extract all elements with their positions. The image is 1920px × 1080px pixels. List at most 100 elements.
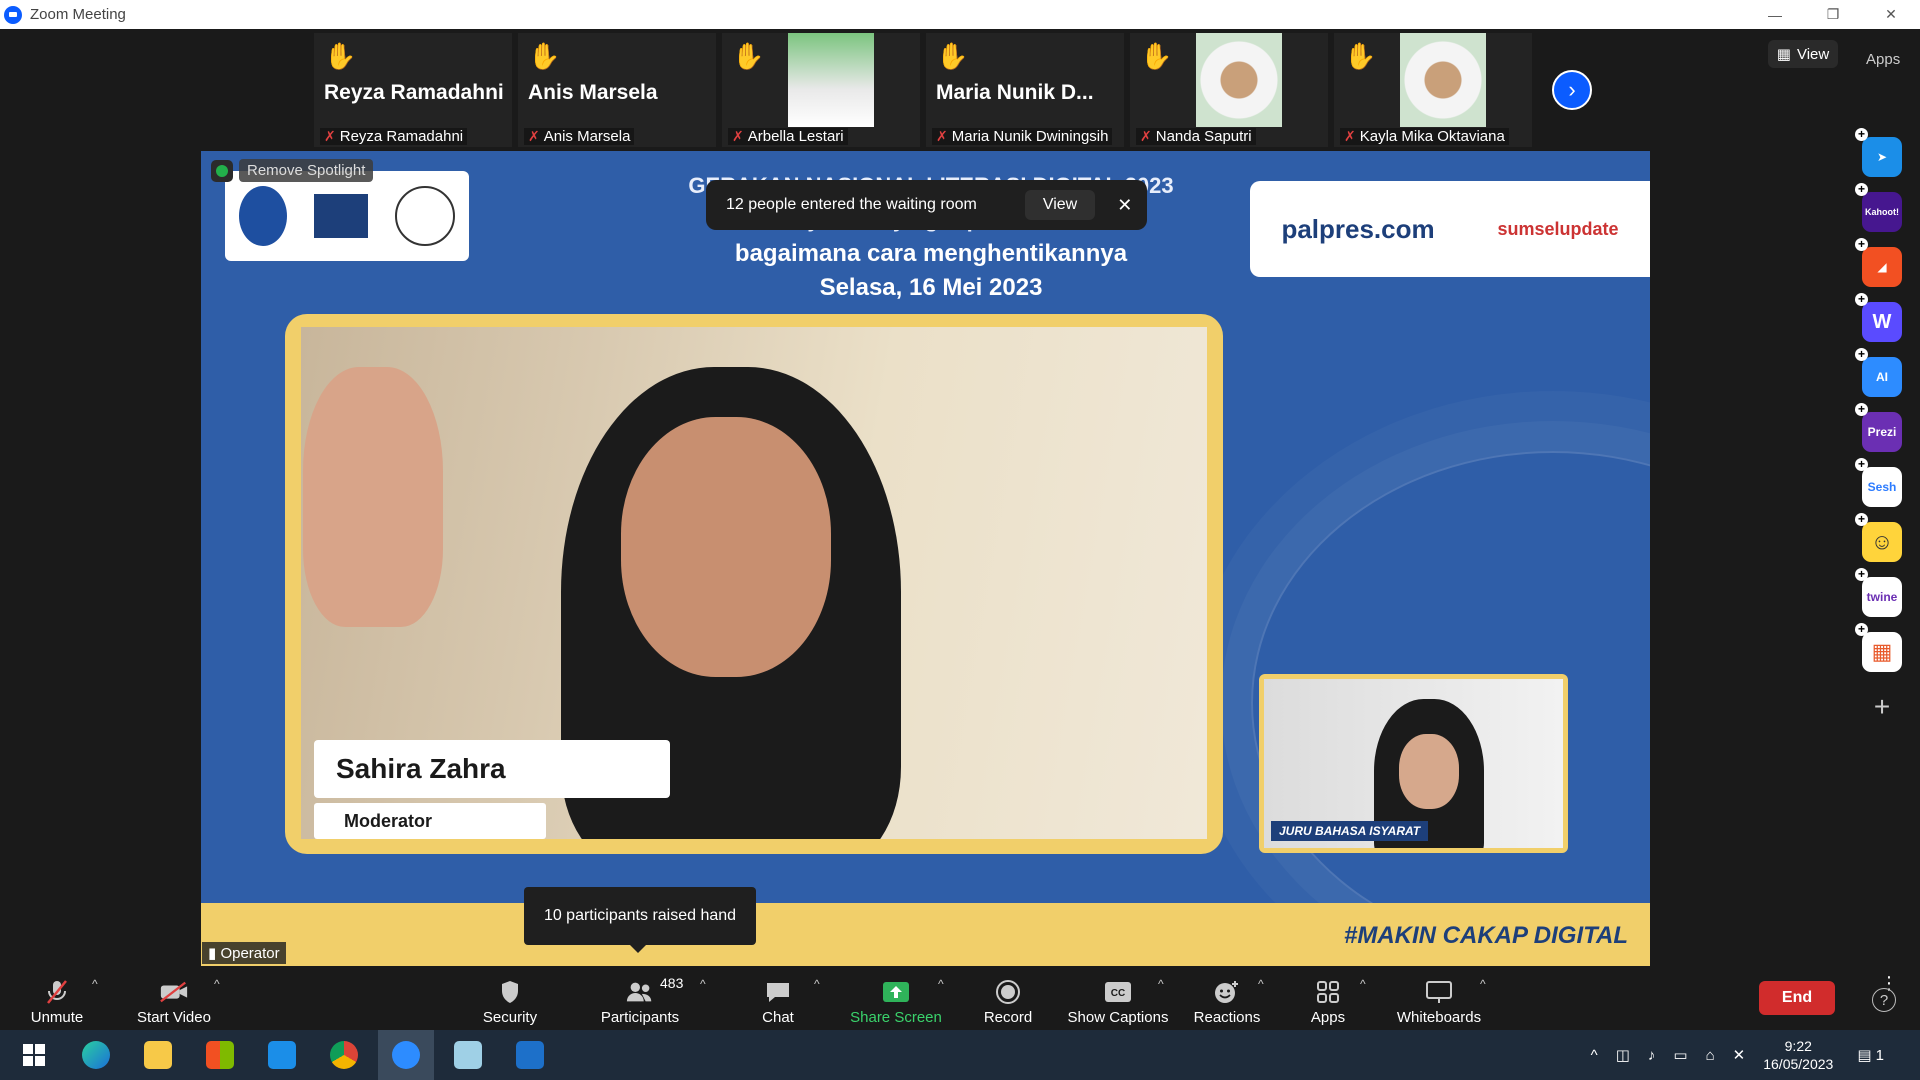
share-screen-label: Share Screen (850, 1009, 942, 1026)
start-button[interactable] (6, 1030, 62, 1080)
waiting-room-view-button[interactable]: View (1024, 190, 1096, 220)
snip-app-icon[interactable] (440, 1030, 496, 1080)
raised-hand-icon: ✋ (1140, 41, 1173, 71)
cell-app-icon[interactable]: ◢ (1855, 238, 1902, 287)
participant-tile[interactable]: ✋ Maria Nunik D... ✗ Maria Nunik Dwinings… (926, 33, 1124, 147)
fireflies-app-icon[interactable]: ➤ (1855, 128, 1902, 177)
ai-companion-app-icon[interactable]: AI (1855, 348, 1902, 397)
speaker-role: Moderator (314, 803, 546, 839)
store-app-icon[interactable] (192, 1030, 248, 1080)
participant-tile[interactable]: ✋ Anis Marsela ✗ Anis Marsela (518, 33, 716, 147)
next-page-button[interactable]: › (1552, 70, 1592, 110)
participant-label: ✗ Anis Marsela (524, 128, 635, 145)
mic-muted-icon: ✗ (732, 128, 744, 144)
windows-taskbar: ^ ◫ ♪ ▭ ⌂ ✕ 9:22 16/05/2023 ▤ 1 (0, 1030, 1920, 1080)
mail-app-icon[interactable] (254, 1030, 310, 1080)
mic-tray-icon[interactable]: ♪ (1648, 1047, 1656, 1064)
zoom-app-icon[interactable] (378, 1030, 434, 1080)
tray-chevron-icon[interactable]: ^ (1591, 1047, 1598, 1064)
edge-app-icon[interactable] (68, 1030, 124, 1080)
siberkreasi-logo (395, 186, 456, 246)
share-caret-icon[interactable]: ^ (938, 977, 944, 991)
clock-time: 9:22 (1784, 1038, 1812, 1054)
prezi-app-icon[interactable]: Prezi (1855, 403, 1902, 452)
security-button[interactable]: Security (470, 967, 550, 1030)
sponsor-logos-left (225, 171, 469, 261)
participant-label-text: Reyza Ramadahni (339, 128, 464, 145)
chat-button[interactable]: Chat (748, 967, 808, 1030)
signal-icon: ▮ (208, 945, 217, 962)
hashtag: #MAKIN CAKAP DIGITAL (1344, 922, 1628, 949)
participant-tile[interactable]: ✋ ✗ Nanda Saputri (1130, 33, 1328, 147)
share-screen-button[interactable]: Share Screen (848, 967, 944, 1030)
network-icon[interactable]: ⌂ (1706, 1047, 1715, 1064)
apps-sidebar: ➤ Kahoot! ◢ W AI Prezi Sesh ☺ twine ▦ + (1855, 128, 1906, 727)
file-explorer-icon[interactable] (130, 1030, 186, 1080)
security-shield-icon (211, 159, 233, 182)
kahoot-app-icon[interactable]: Kahoot! (1855, 183, 1902, 232)
restore-button[interactable]: ❐ (1804, 0, 1862, 29)
svg-text:CC: CC (1111, 988, 1125, 999)
participants-caret-icon[interactable]: ^ (700, 977, 706, 991)
whiteboards-button[interactable]: Whiteboards (1392, 967, 1486, 1030)
audio-options-caret-icon[interactable]: ^ (92, 977, 98, 991)
camera-tray-icon[interactable]: ◫ (1616, 1046, 1630, 1064)
photos-app-icon[interactable] (502, 1030, 558, 1080)
clock[interactable]: 9:22 16/05/2023 (1763, 1037, 1833, 1073)
participants-count: 483 (660, 975, 684, 991)
end-meeting-button[interactable]: End (1759, 981, 1835, 1015)
sesh-app-icon[interactable]: Sesh (1855, 458, 1902, 507)
add-app-icon[interactable]: + (1862, 687, 1902, 727)
participant-tile[interactable]: ✋ Reyza Ramadahni ✗ Reyza Ramadahni (314, 33, 512, 147)
interpreter-label: JURU BAHASA ISYARAT (1271, 821, 1429, 841)
title-bar: Zoom Meeting — ❐ ✕ (0, 0, 1920, 29)
volume-muted-icon[interactable]: ✕ (1733, 1046, 1746, 1064)
mic-muted-icon (42, 979, 72, 1005)
blocks-app-icon[interactable]: ▦ (1855, 623, 1902, 672)
participant-video (1196, 33, 1282, 127)
close-notification-icon[interactable]: ✕ (1117, 195, 1132, 216)
apps-caret-icon[interactable]: ^ (1360, 977, 1366, 991)
clock-date: 16/05/2023 (1763, 1056, 1834, 1072)
show-captions-button[interactable]: CC Show Captions (1066, 967, 1170, 1030)
participant-name-large: Anis Marsela (528, 81, 658, 104)
start-video-button[interactable]: Start Video (126, 967, 222, 1030)
reactions-button[interactable]: Reactions (1190, 967, 1264, 1030)
twine-app-icon[interactable]: twine (1855, 568, 1902, 617)
captions-caret-icon[interactable]: ^ (1158, 977, 1164, 991)
meeting-stage: ✋ Reyza Ramadahni ✗ Reyza Ramadahni ✋ Ani… (0, 29, 1902, 967)
reactions-caret-icon[interactable]: ^ (1258, 977, 1264, 991)
help-icon[interactable]: ? (1872, 988, 1896, 1012)
participant-tile[interactable]: ✋ ✗ Kayla Mika Oktaviana (1334, 33, 1532, 147)
record-button[interactable]: Record (976, 967, 1040, 1030)
notifications-icon[interactable]: ▤ 1 (1857, 1046, 1902, 1064)
unmute-button[interactable]: Unmute (18, 967, 96, 1030)
video-options-caret-icon[interactable]: ^ (214, 977, 220, 991)
minimize-button[interactable]: — (1746, 0, 1804, 29)
remove-spotlight-button[interactable]: Remove Spotlight (239, 159, 374, 182)
participant-strip: ✋ Reyza Ramadahni ✗ Reyza Ramadahni ✋ Ani… (314, 33, 1532, 147)
security-label: Security (482, 1009, 538, 1026)
video-off-icon (159, 979, 189, 1005)
battery-icon[interactable]: ▭ (1673, 1046, 1687, 1064)
participant-tile[interactable]: ✋ ✗ Arbella Lestari (722, 33, 920, 147)
participant-label: ✗ Kayla Mika Oktaviana (1340, 128, 1509, 145)
apps-button[interactable]: Apps (1298, 967, 1358, 1030)
chat-label: Chat (762, 1009, 794, 1026)
notification-count: 1 (1875, 1047, 1884, 1064)
wooclap-app-icon[interactable]: W (1855, 293, 1902, 342)
close-window-button[interactable]: ✕ (1862, 0, 1920, 29)
interpreter-face (1399, 734, 1459, 809)
record-icon (993, 979, 1023, 1005)
emoji-app-icon[interactable]: ☺ (1855, 513, 1902, 562)
operator-text: Operator (220, 945, 280, 962)
raised-hand-icon: ✋ (528, 41, 561, 71)
participant-label: ✗ Arbella Lestari (728, 128, 848, 145)
system-tray: ^ ◫ ♪ ▭ ⌂ ✕ 9:22 16/05/2023 ▤ 1 (1591, 1030, 1920, 1080)
chrome-app-icon[interactable] (316, 1030, 372, 1080)
view-label: View (1796, 45, 1830, 63)
view-button[interactable]: ▦ View (1768, 40, 1838, 68)
chat-caret-icon[interactable]: ^ (814, 977, 820, 991)
whiteboards-caret-icon[interactable]: ^ (1480, 977, 1486, 991)
raised-hand-icon: ✋ (936, 41, 969, 71)
